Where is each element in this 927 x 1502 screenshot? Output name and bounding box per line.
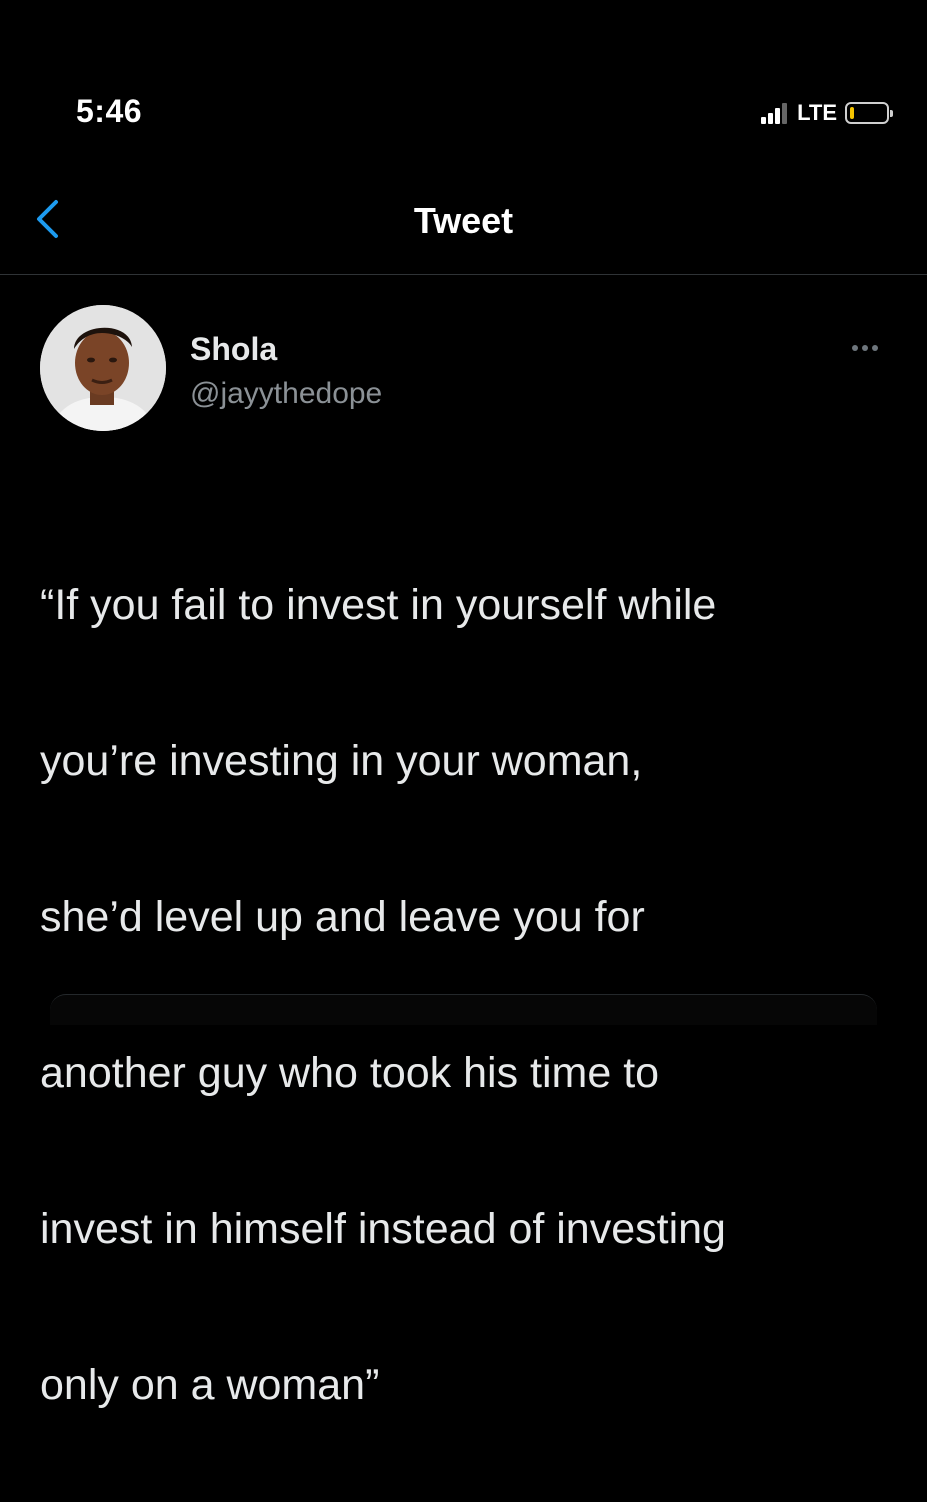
navigation-header: Tweet [0,160,927,275]
tweet-author: Shola @jayythedope [40,305,890,435]
author-handle[interactable]: @jayythedope [190,377,382,411]
status-indicators: LTE [761,98,893,128]
avatar[interactable] [40,305,166,431]
tweet-line: another guy who took his time to [40,1049,660,1097]
battery-icon [845,102,893,124]
status-time: 5:46 [76,93,143,129]
tweet-line: she’d level up and leave you for [40,893,645,941]
ellipsis-icon [852,345,858,351]
next-card-edge [50,994,877,1025]
network-label: LTE [797,100,837,125]
page-title: Tweet [413,200,514,241]
tweet-line: only on a woman” [40,1361,380,1409]
tweet-line: you’re investing in your woman, [40,737,643,785]
tweet-line: invest in himself instead of investing [40,1205,726,1253]
signal-icon [761,102,789,124]
author-name[interactable]: Shola [190,331,277,368]
more-options-button[interactable] [840,335,890,361]
battery-level [850,107,854,119]
status-bar: 5:46 LTE [0,0,927,160]
profile-photo [40,305,166,431]
tweet-line: “If you fail to invest in yourself while [40,581,717,629]
